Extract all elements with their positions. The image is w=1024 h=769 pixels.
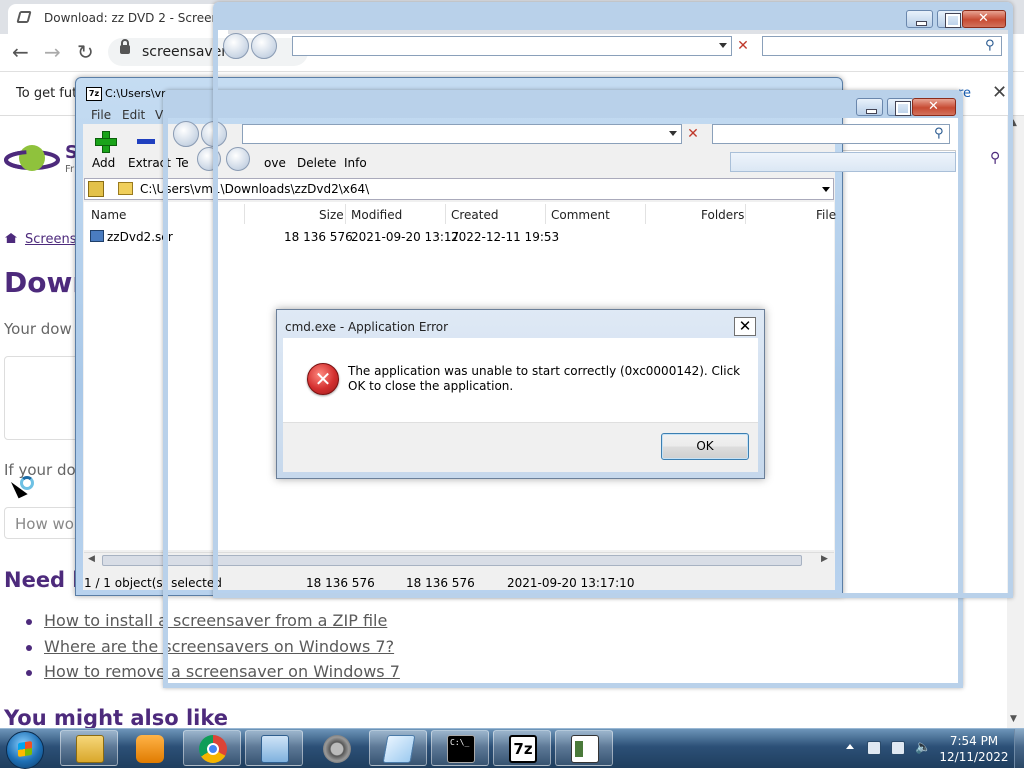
menu-view[interactable]: V [155, 108, 163, 122]
forward-icon[interactable] [251, 33, 277, 59]
browser-tab[interactable]: Download: zz DVD 2 - Screensaver [8, 4, 228, 34]
search-icon[interactable]: ⚲ [985, 38, 995, 53]
start-button[interactable] [6, 731, 44, 769]
scroll-left-arrow-icon[interactable]: ◀ [88, 554, 95, 564]
clock-time: 7:54 PM [949, 734, 999, 748]
download-text: Your dow [4, 320, 72, 338]
taskbar-explorer[interactable] [60, 730, 118, 766]
cmd-icon: C:\_ [447, 735, 475, 763]
volume-icon[interactable]: 🔈 [915, 740, 931, 755]
show-desktop-button[interactable] [1014, 729, 1024, 768]
tray-expand-icon[interactable] [846, 744, 854, 749]
sevenzip-title: C:\Users\vm [105, 87, 172, 100]
taskbar-chrome[interactable] [183, 730, 241, 766]
dialog-close-button[interactable]: ✕ [734, 317, 756, 336]
scroll-down-arrow-icon[interactable]: ▼ [1010, 714, 1017, 724]
clock-date: 12/11/2022 [939, 750, 1009, 764]
dialog-title: cmd.exe - Application Error [285, 320, 449, 334]
extract-icon[interactable] [137, 139, 155, 144]
taskbar-control-panel[interactable] [245, 730, 303, 766]
error-icon: ✕ [307, 363, 339, 395]
download-box [4, 356, 84, 440]
close-window-icon[interactable]: ✕ [962, 10, 1006, 28]
bullet [26, 645, 32, 651]
window-icon [571, 735, 599, 763]
explorer-search-box[interactable] [762, 36, 1002, 56]
back-icon[interactable] [223, 33, 249, 59]
site-logo-icon[interactable] [4, 138, 60, 178]
home-icon[interactable] [5, 233, 17, 243]
back-arrow-icon[interactable]: ← [12, 40, 29, 64]
explorer-address-bar[interactable] [292, 36, 732, 56]
taskbar-7zip[interactable]: 7z [493, 730, 551, 766]
add-icon[interactable] [95, 131, 117, 153]
taskbar-settings[interactable] [307, 730, 365, 766]
folder-icon [76, 735, 104, 763]
lock-icon [120, 39, 130, 54]
sevenzip-icon: 7z [509, 735, 537, 763]
taskbar-media-player[interactable] [120, 730, 178, 766]
taskbar-cmd[interactable]: C:\_ [431, 730, 489, 766]
folder-up-icon[interactable] [88, 181, 104, 197]
column-name[interactable]: Name [91, 208, 126, 222]
if-text: If your do [4, 461, 76, 479]
back-icon[interactable] [173, 121, 199, 147]
taskbar-notepad[interactable] [369, 730, 427, 766]
file-scr-icon [90, 230, 104, 242]
chrome-icon [199, 735, 227, 763]
minimize-icon[interactable] [906, 10, 933, 28]
add-button[interactable]: Add [92, 156, 115, 170]
sevenzip-app-icon: 7z [86, 87, 102, 101]
dialog-message: The application was unable to start corr… [348, 364, 741, 393]
you-might-like-heading: You might also like [4, 706, 229, 730]
ok-button[interactable]: OK [661, 433, 749, 460]
bullet [26, 670, 32, 676]
gear-icon [323, 735, 351, 763]
menu-file[interactable]: File [91, 108, 111, 122]
network-icon[interactable] [891, 741, 905, 755]
reload-icon[interactable]: ↻ [77, 40, 94, 64]
menu-edit[interactable]: Edit [122, 108, 145, 122]
forward-arrow-icon[interactable]: → [44, 40, 61, 64]
bullet [26, 619, 32, 625]
tab-title: Download: zz DVD 2 - Screensaver [44, 11, 228, 25]
maximize-icon[interactable] [937, 10, 964, 28]
taskbar-window[interactable] [555, 730, 613, 766]
explorer-window-front[interactable] [213, 2, 1013, 598]
folder-icon [118, 182, 133, 195]
clock[interactable]: 7:54 PM 12/11/2022 [936, 733, 1012, 765]
site-tagline: Fr [65, 164, 75, 175]
control-panel-icon [261, 735, 289, 763]
action-center-icon[interactable] [867, 741, 881, 755]
explorer-caption-buttons: ✕ [906, 10, 1006, 28]
stop-icon[interactable]: ✕ [733, 37, 753, 55]
media-player-icon [136, 735, 164, 763]
notepad-icon [382, 735, 416, 763]
